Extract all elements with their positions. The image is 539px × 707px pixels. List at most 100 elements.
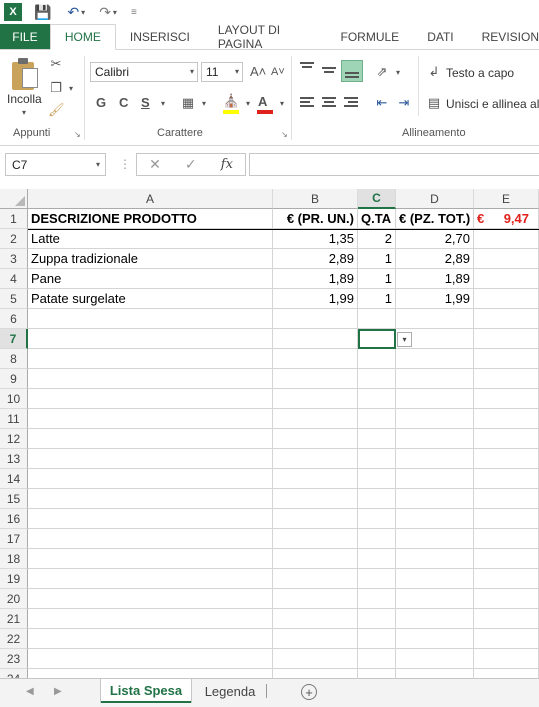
excel-app-icon[interactable]: X bbox=[4, 3, 22, 21]
cell-e22[interactable] bbox=[474, 629, 539, 649]
cell-e21[interactable] bbox=[474, 609, 539, 629]
cell-c14[interactable] bbox=[358, 469, 396, 489]
copy-dropdown-icon[interactable]: ▾ bbox=[63, 81, 79, 97]
cell-b1[interactable]: € (PR. UN.) bbox=[273, 209, 358, 229]
cell-d3[interactable]: 2,89 bbox=[396, 249, 474, 269]
undo-icon[interactable]: ↶ bbox=[67, 4, 79, 21]
cell-a18[interactable] bbox=[28, 549, 273, 569]
cell-c13[interactable] bbox=[358, 449, 396, 469]
name-box[interactable]: C7 ▾ bbox=[5, 153, 106, 176]
cell-b5[interactable]: 1,99 bbox=[273, 289, 358, 309]
cell-d11[interactable] bbox=[396, 409, 474, 429]
cell-c19[interactable] bbox=[358, 569, 396, 589]
row-header[interactable]: 8 bbox=[0, 349, 28, 369]
cell-d8[interactable] bbox=[396, 349, 474, 369]
cell-d22[interactable] bbox=[396, 629, 474, 649]
cell-d2[interactable]: 2,70 bbox=[396, 229, 474, 249]
tab-inserisci[interactable]: INSERISCI bbox=[116, 24, 204, 49]
orientation-dropdown-icon[interactable]: ▾ bbox=[390, 65, 406, 81]
cell-a11[interactable] bbox=[28, 409, 273, 429]
redo-dropdown-icon[interactable]: ▾ bbox=[113, 8, 117, 17]
cell-b13[interactable] bbox=[273, 449, 358, 469]
row-header[interactable]: 17 bbox=[0, 529, 28, 549]
row-header[interactable]: 1 bbox=[0, 209, 28, 229]
cell-c12[interactable] bbox=[358, 429, 396, 449]
underline-button[interactable]: S bbox=[141, 95, 150, 110]
cell-a15[interactable] bbox=[28, 489, 273, 509]
paste-icon[interactable] bbox=[12, 58, 40, 90]
tab-home[interactable]: HOME bbox=[49, 24, 116, 50]
copy-icon[interactable]: ❐ bbox=[48, 80, 64, 96]
cell-b7[interactable] bbox=[273, 329, 358, 349]
borders-dropdown-icon[interactable]: ▾ bbox=[196, 96, 212, 112]
cell-e9[interactable] bbox=[474, 369, 539, 389]
row-header[interactable]: 11 bbox=[0, 409, 28, 429]
save-icon[interactable]: 💾 bbox=[34, 4, 51, 21]
cell-a3[interactable]: Zuppa tradizionale bbox=[28, 249, 273, 269]
cell-b10[interactable] bbox=[273, 389, 358, 409]
cell-d20[interactable] bbox=[396, 589, 474, 609]
cell-c1[interactable]: Q.TA bbox=[358, 209, 396, 229]
column-header-c[interactable]: C bbox=[358, 189, 396, 209]
cell-a22[interactable] bbox=[28, 629, 273, 649]
cell-c11[interactable] bbox=[358, 409, 396, 429]
cell-c17[interactable] bbox=[358, 529, 396, 549]
cell-d17[interactable] bbox=[396, 529, 474, 549]
cell-e24[interactable] bbox=[474, 669, 539, 678]
cell-a17[interactable] bbox=[28, 529, 273, 549]
font-size-select[interactable]: 11 ▾ bbox=[201, 62, 243, 82]
previous-sheet-icon[interactable]: ◀ bbox=[26, 686, 34, 697]
tab-formule[interactable]: FORMULE bbox=[327, 24, 414, 49]
cell-d14[interactable] bbox=[396, 469, 474, 489]
align-middle-icon[interactable] bbox=[322, 62, 338, 76]
cell-b2[interactable]: 1,35 bbox=[273, 229, 358, 249]
cell-a9[interactable] bbox=[28, 369, 273, 389]
tab-layout-di-pagina[interactable]: LAYOUT DI PAGINA bbox=[204, 23, 327, 51]
font-launcher-icon[interactable]: ↘ bbox=[281, 130, 288, 139]
active-cell-c7[interactable] bbox=[358, 329, 396, 349]
align-center-icon[interactable] bbox=[322, 97, 338, 109]
cell-c2[interactable]: 2 bbox=[358, 229, 396, 249]
cell-a12[interactable] bbox=[28, 429, 273, 449]
cell-e5[interactable] bbox=[474, 289, 539, 309]
cell-b6[interactable] bbox=[273, 309, 358, 329]
undo-dropdown-icon[interactable]: ▾ bbox=[81, 8, 85, 17]
cell-c8[interactable] bbox=[358, 349, 396, 369]
underline-dropdown-icon[interactable]: ▾ bbox=[155, 96, 171, 112]
cell-e14[interactable] bbox=[474, 469, 539, 489]
cell-c6[interactable] bbox=[358, 309, 396, 329]
cell-c10[interactable] bbox=[358, 389, 396, 409]
cell-a2[interactable]: Latte bbox=[28, 229, 273, 249]
cell-c21[interactable] bbox=[358, 609, 396, 629]
merge-center-icon[interactable]: ▤ bbox=[426, 95, 442, 111]
cell-d6[interactable] bbox=[396, 309, 474, 329]
cell-d23[interactable] bbox=[396, 649, 474, 669]
row-header[interactable]: 4 bbox=[0, 269, 28, 289]
cut-icon[interactable]: ✂ bbox=[48, 56, 64, 72]
cell-a6[interactable] bbox=[28, 309, 273, 329]
increase-indent-icon[interactable]: ⇥ bbox=[396, 95, 412, 111]
cell-a14[interactable] bbox=[28, 469, 273, 489]
cell-a21[interactable] bbox=[28, 609, 273, 629]
row-header[interactable]: 3 bbox=[0, 249, 28, 269]
cell-b18[interactable] bbox=[273, 549, 358, 569]
cell-d1[interactable]: € (PZ. TOT.) bbox=[396, 209, 474, 229]
row-header[interactable]: 15 bbox=[0, 489, 28, 509]
cell-a13[interactable] bbox=[28, 449, 273, 469]
cell-a10[interactable] bbox=[28, 389, 273, 409]
select-all-button[interactable] bbox=[0, 189, 28, 209]
cell-b8[interactable] bbox=[273, 349, 358, 369]
cell-a16[interactable] bbox=[28, 509, 273, 529]
column-header-b[interactable]: B bbox=[273, 189, 358, 209]
cell-a5[interactable]: Patate surgelate bbox=[28, 289, 273, 309]
cell-c20[interactable] bbox=[358, 589, 396, 609]
fill-color-icon[interactable]: ⛪ bbox=[223, 93, 239, 109]
cell-c16[interactable] bbox=[358, 509, 396, 529]
cancel-icon[interactable]: ✕ bbox=[149, 156, 161, 173]
cell-d13[interactable] bbox=[396, 449, 474, 469]
align-left-icon[interactable] bbox=[300, 97, 316, 109]
row-header[interactable]: 14 bbox=[0, 469, 28, 489]
cell-a19[interactable] bbox=[28, 569, 273, 589]
shrink-font-button[interactable]: A˅ bbox=[271, 66, 285, 78]
sheet-tab-lista-spesa[interactable]: Lista Spesa bbox=[101, 679, 191, 703]
